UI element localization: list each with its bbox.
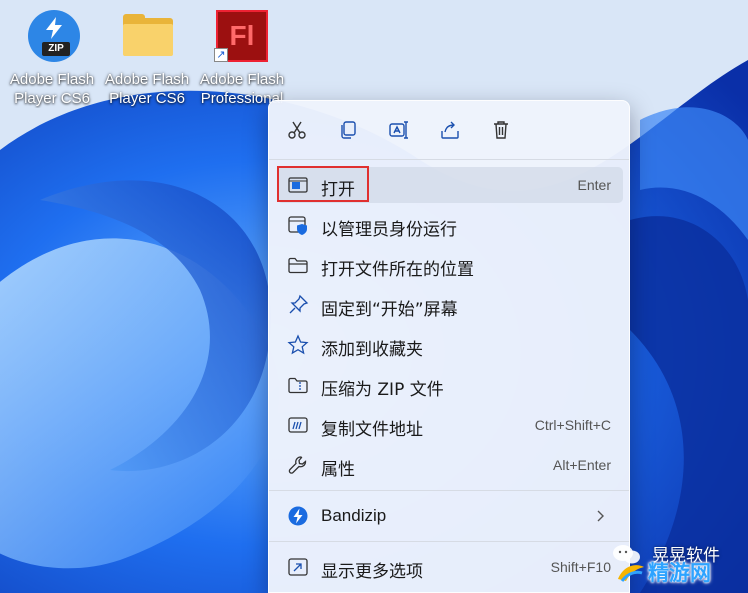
cut-button[interactable] <box>280 113 314 147</box>
menu-item-run-as-admin[interactable]: 以管理员身份运行 <box>277 207 623 243</box>
desktop-icon-label: Adobe Flash <box>199 71 285 88</box>
menu-item-compress-zip[interactable]: 压缩为 ZIP 文件 <box>277 367 623 403</box>
desktop-icon-label: Adobe Flash <box>104 71 190 88</box>
menu-item-accelerator: Shift+F10 <box>550 559 611 575</box>
menu-item-properties[interactable]: 属性 Alt+Enter <box>277 447 623 483</box>
menu-item-label: 压缩为 ZIP 文件 <box>321 380 444 400</box>
rename-button[interactable] <box>382 113 416 147</box>
menu-item-accelerator: Enter <box>577 177 611 193</box>
star-icon <box>287 334 309 355</box>
annotation-highlight-box <box>277 166 369 202</box>
desktop-icon-label: Player CS6 <box>14 90 90 107</box>
copy-icon <box>341 121 356 139</box>
menu-separator <box>269 541 629 542</box>
pin-icon <box>289 294 309 314</box>
share-button[interactable] <box>433 113 467 147</box>
desktop-icon-label: Adobe Flash <box>9 71 95 88</box>
bandizip-icon <box>288 506 308 526</box>
desktop-icon-flash-player-zip[interactable]: ZIP Adobe Flash Player CS6 <box>4 8 100 108</box>
desktop-icon-flash-player-folder[interactable]: Adobe Flash Player CS6 <box>99 8 195 108</box>
bandizip-zip-icon: ZIP <box>28 10 80 62</box>
menu-item-pin-to-start[interactable]: 固定到“开始”屏幕 <box>277 287 623 323</box>
wrench-icon <box>288 456 307 474</box>
menu-item-label: 添加到收藏夹 <box>321 340 423 360</box>
watermark-site-text: 精游网 <box>648 561 711 585</box>
admin-shield-icon <box>288 216 307 235</box>
watermark: 晃晃软件 精游网 <box>612 541 740 585</box>
menu-item-label: 显示更多选项 <box>321 562 423 582</box>
copy-button[interactable] <box>331 113 365 147</box>
menu-item-label: 复制文件地址 <box>321 420 423 440</box>
menu-item-label: Bandizip <box>321 506 387 525</box>
menu-item-label: 固定到“开始”屏幕 <box>321 300 458 320</box>
desktop-icon-label: Player CS6 <box>109 90 185 107</box>
shortcut-arrow-icon: ↗ <box>214 48 228 62</box>
share-icon <box>441 121 459 139</box>
menu-separator <box>269 159 629 160</box>
more-options-icon <box>288 558 308 576</box>
menu-item-copy-as-path[interactable]: 复制文件地址 Ctrl+Shift+C <box>277 407 623 443</box>
copy-path-icon <box>288 417 308 433</box>
folder-outline-icon <box>288 257 308 274</box>
desktop-icon-flash-professional[interactable]: Fl ↗ Adobe Flash Professional <box>194 8 290 108</box>
cut-icon <box>288 121 306 139</box>
menu-item-label: 以管理员身份运行 <box>321 220 457 240</box>
menu-item-add-to-favorites[interactable]: 添加到收藏夹 <box>277 327 623 363</box>
menu-item-accelerator: Ctrl+Shift+C <box>534 417 611 433</box>
zip-archive-icon <box>288 377 308 394</box>
menu-item-open-file-location[interactable]: 打开文件所在的位置 <box>277 247 623 283</box>
context-menu-toolbar <box>269 101 629 159</box>
menu-item-bandizip[interactable]: Bandizip <box>277 498 623 534</box>
delete-icon <box>494 121 508 139</box>
delete-button[interactable] <box>484 113 518 147</box>
menu-separator <box>269 490 629 491</box>
menu-item-label: 打开文件所在的位置 <box>321 260 474 280</box>
menu-item-show-more-options[interactable]: 显示更多选项 Shift+F10 <box>277 549 623 585</box>
site-logo-icon <box>618 565 644 582</box>
chevron-right-icon <box>597 510 604 522</box>
menu-item-label: 属性 <box>321 460 355 480</box>
folder-icon <box>119 8 175 64</box>
rename-icon <box>389 121 408 139</box>
menu-item-accelerator: Alt+Enter <box>553 457 611 473</box>
